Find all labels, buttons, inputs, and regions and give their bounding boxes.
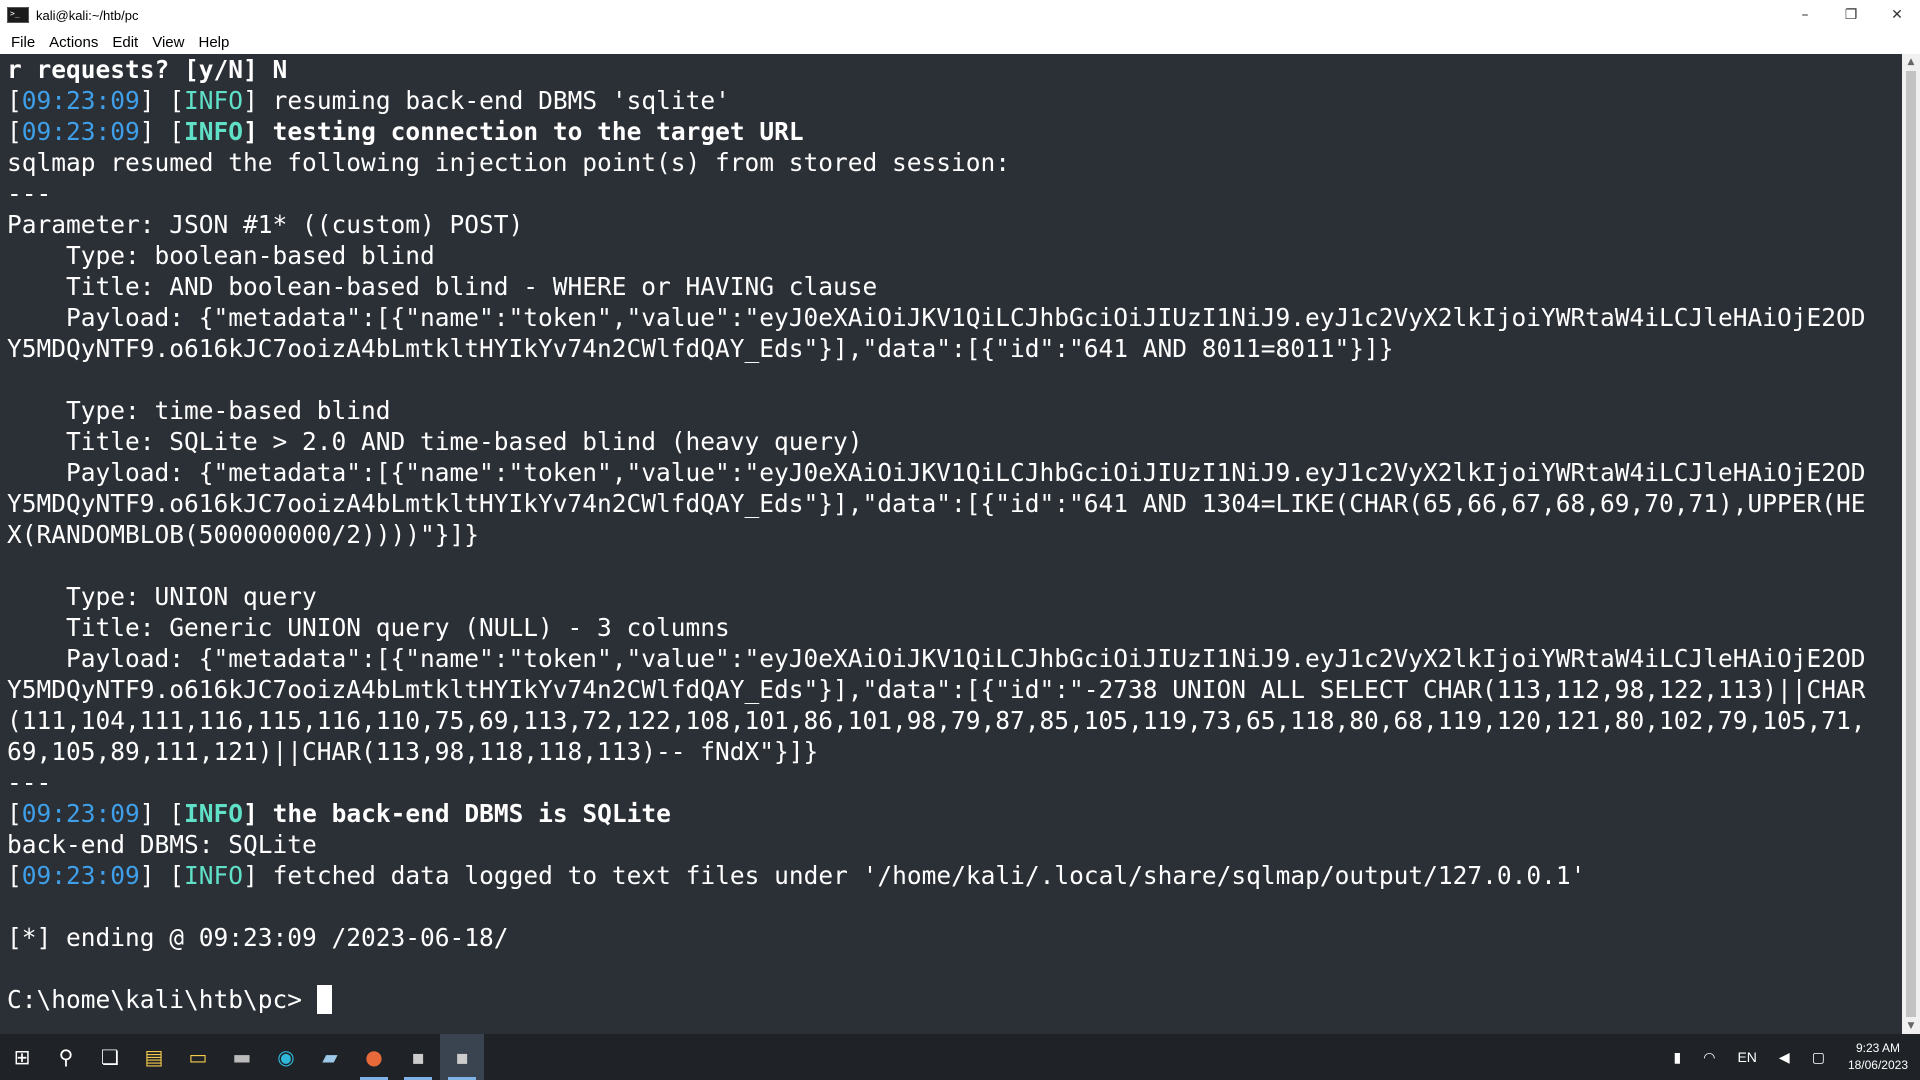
battery-icon[interactable]: ▮	[1663, 1049, 1693, 1066]
terminal-icon[interactable]: ▬	[220, 1034, 264, 1080]
command-prompt-line[interactable]: C:\home\kali\htb\pc>	[7, 984, 1902, 1015]
terminal-line: Payload: {"metadata":[{"name":"token","v…	[7, 644, 1866, 673]
terminal-line: ---	[7, 768, 52, 797]
terminal-line: ---	[7, 179, 52, 208]
terminal-line: Y5MDQyNTF9.o616kJC7ooizA4bLmtkltHYIkYv74…	[7, 334, 1394, 363]
edge-browser-icon[interactable]: ◉	[264, 1034, 308, 1080]
terminal-line: [09:23:09] [INFO] resuming back-end DBMS…	[7, 86, 730, 115]
terminal-line: 69,105,89,111,121)||CHAR(113,98,118,118,…	[7, 737, 819, 766]
info-tag: INFO	[184, 117, 244, 146]
notification-icon[interactable]: ▢	[1801, 1049, 1836, 1066]
vertical-scrollbar[interactable]: ▲ ▼	[1902, 54, 1920, 1034]
terminal-app-icon	[7, 7, 29, 23]
clock-date: 18/06/2023	[1847, 1058, 1908, 1072]
folder-icon[interactable]: ▭	[176, 1034, 220, 1080]
terminal-line: Title: AND boolean-based blind - WHERE o…	[7, 272, 878, 301]
terminal-line: [*] ending @ 09:23:09 /2023-06-18/	[7, 923, 509, 952]
info-tag: INFO	[184, 799, 244, 828]
window-controls: – ❐ ✕	[1782, 0, 1920, 30]
info-tag: INFO	[184, 86, 244, 115]
text-cursor	[316, 985, 332, 1014]
close-button[interactable]: ✕	[1874, 0, 1920, 30]
terminal-line: r requests? [y/N] N	[7, 55, 288, 84]
terminal-line: (111,104,111,116,115,116,110,75,69,113,7…	[7, 706, 1866, 735]
terminal-line: back-end DBMS: SQLite	[7, 830, 317, 859]
menu-help[interactable]: Help	[192, 32, 235, 53]
terminal-line: Y5MDQyNTF9.o616kJC7ooizA4bLmtkltHYIkYv74…	[7, 675, 1866, 704]
terminal-output[interactable]: r requests? [y/N] N [09:23:09] [INFO] re…	[0, 54, 1902, 1034]
scrollbar-thumb[interactable]	[1906, 71, 1916, 1017]
menu-view[interactable]: View	[146, 32, 190, 53]
kali-terminal-active-icon[interactable]: ▪	[440, 1034, 484, 1080]
clock[interactable]: 9:23 AM 18/06/2023	[1836, 1040, 1920, 1074]
window-title: kali@kali:~/htb/pc	[36, 7, 139, 23]
window-title-bar: kali@kali:~/htb/pc – ❐ ✕	[0, 0, 1920, 30]
kali-terminal-icon[interactable]: ▪	[396, 1034, 440, 1080]
task-view-icon[interactable]: ❏	[88, 1034, 132, 1080]
volume-icon[interactable]: ◀	[1768, 1049, 1801, 1066]
timestamp: 09:23:09	[21, 861, 140, 890]
terminal-line: Type: UNION query	[7, 582, 317, 611]
menu-edit[interactable]: Edit	[106, 32, 144, 53]
terminal-line: [09:23:09] [INFO] testing connection to …	[7, 117, 804, 146]
scroll-down-arrow-icon[interactable]: ▼	[1902, 1018, 1920, 1034]
terminal-line: X(RANDOMBLOB(500000000/2))))"}]}	[7, 520, 480, 549]
terminal-line: Title: Generic UNION query (NULL) - 3 co…	[7, 613, 730, 642]
terminal-line: [09:23:09] [INFO] the back-end DBMS is S…	[7, 799, 671, 828]
start-button[interactable]: ⊞	[0, 1034, 44, 1080]
terminal-line: Title: SQLite > 2.0 AND time-based blind…	[7, 427, 863, 456]
terminal-line: Type: time-based blind	[7, 396, 391, 425]
menu-bar: File Actions Edit View Help	[0, 30, 1920, 54]
terminal-line: Payload: {"metadata":[{"name":"token","v…	[7, 458, 1866, 487]
terminal-line: Parameter: JSON #1* ((custom) POST)	[7, 210, 524, 239]
taskbar: ⊞ ⚲ ❏ ▤ ▭ ▬ ◉ ▰ ● ▪ ▪ ▮ ◠ EN ◀ ▢ 9:23 AM…	[0, 1034, 1920, 1080]
file-explorer-icon[interactable]: ▤	[132, 1034, 176, 1080]
notepad-icon[interactable]: ▰	[308, 1034, 352, 1080]
timestamp: 09:23:09	[21, 117, 140, 146]
info-tag: INFO	[184, 861, 244, 890]
firefox-icon[interactable]: ●	[352, 1034, 396, 1080]
terminal-line: Payload: {"metadata":[{"name":"token","v…	[7, 303, 1866, 332]
minimize-button[interactable]: –	[1782, 0, 1828, 30]
terminal-line: [09:23:09] [INFO] fetched data logged to…	[7, 861, 1586, 890]
network-icon[interactable]: ◠	[1692, 1049, 1726, 1066]
search-icon[interactable]: ⚲	[44, 1034, 88, 1080]
clock-time: 9:23 AM	[1855, 1041, 1900, 1055]
restore-button[interactable]: ❐	[1828, 0, 1874, 30]
timestamp: 09:23:09	[21, 86, 140, 115]
language-indicator[interactable]: EN	[1726, 1049, 1767, 1065]
timestamp: 09:23:09	[21, 799, 140, 828]
scroll-up-arrow-icon[interactable]: ▲	[1902, 54, 1920, 70]
menu-actions[interactable]: Actions	[43, 32, 104, 53]
system-tray: ▮ ◠ EN ◀ ▢ 9:23 AM 18/06/2023	[1663, 1034, 1920, 1080]
terminal-line: sqlmap resumed the following injection p…	[7, 148, 1011, 177]
prompt: C:\home\kali\htb\pc>	[7, 985, 317, 1014]
menu-file[interactable]: File	[5, 32, 41, 53]
terminal-line: Type: boolean-based blind	[7, 241, 435, 270]
terminal-line: Y5MDQyNTF9.o616kJC7ooizA4bLmtkltHYIkYv74…	[7, 489, 1866, 518]
